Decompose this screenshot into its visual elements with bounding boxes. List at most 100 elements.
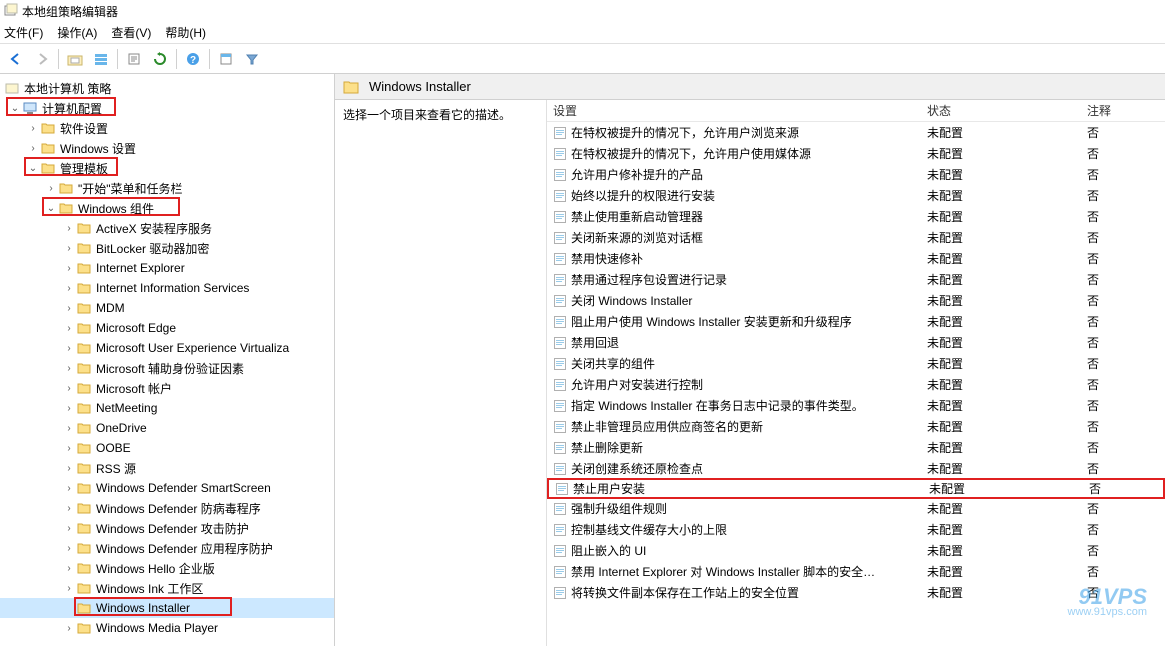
tree-item[interactable]: ›RSS 源 [0,458,334,478]
tree-item[interactable]: Windows Installer [0,598,334,618]
list-row[interactable]: 禁止使用重新启动管理器未配置否 [547,206,1165,227]
tree-item[interactable]: ›BitLocker 驱动器加密 [0,238,334,258]
tree-item[interactable]: ›OOBE [0,438,334,458]
expand-icon[interactable]: › [62,583,76,594]
expand-icon[interactable]: › [62,283,76,294]
collapse-icon[interactable]: ⌄ [8,103,22,114]
tree-item[interactable]: ›Internet Information Services [0,278,334,298]
menu-file[interactable]: 文件(F) [4,24,43,41]
expand-icon[interactable]: › [62,243,76,254]
filter-button[interactable] [240,47,264,71]
expand-icon[interactable]: › [62,323,76,334]
tree-item[interactable]: ›OneDrive [0,418,334,438]
expand-icon[interactable]: › [62,503,76,514]
tree-item[interactable]: ›Windows Hello 企业版 [0,558,334,578]
up-button[interactable] [63,47,87,71]
list-row[interactable]: 关闭 Windows Installer未配置否 [547,290,1165,311]
list-row[interactable]: 允许用户修补提升的产品未配置否 [547,164,1165,185]
expand-icon[interactable]: › [62,483,76,494]
expand-icon[interactable]: › [26,143,40,154]
expand-icon[interactable]: › [62,263,76,274]
menu-action[interactable]: 操作(A) [57,24,97,41]
list-row[interactable]: 将转换文件副本保存在工作站上的安全位置未配置否 [547,582,1165,603]
menu-bar: 文件(F) 操作(A) 查看(V) 帮助(H) [0,22,1165,44]
forward-button[interactable] [30,47,54,71]
menu-help[interactable]: 帮助(H) [165,24,206,41]
tree-root[interactable]: 本地计算机 策略 [0,78,334,98]
setting-label: 控制基线文件缓存大小的上限 [571,521,727,538]
expand-icon[interactable]: › [62,363,76,374]
tree-item[interactable]: ›Microsoft 辅助身份验证因素 [0,358,334,378]
settings-list[interactable]: 设置 状态 注释 在特权被提升的情况下，允许用户浏览来源未配置否在特权被提升的情… [547,100,1165,646]
list-row[interactable]: 控制基线文件缓存大小的上限未配置否 [547,519,1165,540]
expand-icon[interactable]: › [62,303,76,314]
list-row[interactable]: 指定 Windows Installer 在事务日志中记录的事件类型。未配置否 [547,395,1165,416]
list-row[interactable]: 强制升级组件规则未配置否 [547,498,1165,519]
list-row[interactable]: 阻止嵌入的 UI未配置否 [547,540,1165,561]
list-row[interactable]: 始终以提升的权限进行安装未配置否 [547,185,1165,206]
list-row[interactable]: 在特权被提升的情况下，允许用户浏览来源未配置否 [547,122,1165,143]
menu-view[interactable]: 查看(V) [111,24,151,41]
list-row[interactable]: 禁用通过程序包设置进行记录未配置否 [547,269,1165,290]
expand-icon[interactable]: › [62,523,76,534]
expand-icon[interactable]: › [62,383,76,394]
expand-icon[interactable]: › [62,543,76,554]
tree-pane[interactable]: 本地计算机 策略 ⌄ 计算机配置 › 软件设置 › Windows 设置 ⌄ 管… [0,74,335,646]
tree-item[interactable]: ›NetMeeting [0,398,334,418]
list-button[interactable] [89,47,113,71]
properties-button[interactable] [214,47,238,71]
list-row[interactable]: 禁止删除更新未配置否 [547,437,1165,458]
help-button[interactable]: ? [181,47,205,71]
tree-item-label: Windows Defender 攻击防护 [96,520,249,537]
tree-item[interactable]: ›Internet Explorer [0,258,334,278]
list-row[interactable]: 阻止用户使用 Windows Installer 安装更新和升级程序未配置否 [547,311,1165,332]
list-row[interactable]: 禁用快速修补未配置否 [547,248,1165,269]
tree-item[interactable]: ›ActiveX 安装程序服务 [0,218,334,238]
list-row[interactable]: 允许用户对安装进行控制未配置否 [547,374,1165,395]
expand-icon[interactable]: › [26,123,40,134]
tree-start-menu[interactable]: › "开始"菜单和任务栏 [0,178,334,198]
tree-item[interactable]: ›Windows Media Player [0,618,334,638]
col-setting-header[interactable]: 设置 [547,102,927,119]
tree-item[interactable]: ›Windows Defender 防病毒程序 [0,498,334,518]
tree-windows-components[interactable]: ⌄ Windows 组件 [0,198,334,218]
expand-icon[interactable]: › [62,403,76,414]
list-row[interactable]: 禁止非管理员应用供应商签名的更新未配置否 [547,416,1165,437]
list-row[interactable]: 关闭共享的组件未配置否 [547,353,1165,374]
tree-computer-config[interactable]: ⌄ 计算机配置 [0,98,334,118]
collapse-icon[interactable]: ⌄ [44,203,58,214]
tree-software-settings[interactable]: › 软件设置 [0,118,334,138]
folder-icon [76,280,92,296]
tree-item[interactable]: › Windows Defender 攻击防护 [0,518,334,538]
list-row[interactable]: 关闭新来源的浏览对话框未配置否 [547,227,1165,248]
expand-icon[interactable]: › [62,623,76,634]
back-button[interactable] [4,47,28,71]
list-row[interactable]: 在特权被提升的情况下，允许用户使用媒体源未配置否 [547,143,1165,164]
col-state-header[interactable]: 状态 [927,102,1087,119]
expand-icon[interactable]: › [62,443,76,454]
tree-item[interactable]: ›Microsoft User Experience Virtualiza [0,338,334,358]
expand-icon[interactable]: › [62,223,76,234]
expand-icon[interactable]: › [62,343,76,354]
tree-item[interactable]: ›Microsoft Edge [0,318,334,338]
col-comment-header[interactable]: 注释 [1087,102,1147,119]
list-row[interactable]: 禁用 Internet Explorer 对 Windows Installer… [547,561,1165,582]
collapse-icon[interactable]: ⌄ [26,163,40,174]
expand-icon[interactable]: › [62,563,76,574]
tree-item[interactable]: ›Windows Ink 工作区 [0,578,334,598]
tree-item[interactable]: ›Windows Defender SmartScreen [0,478,334,498]
setting-label: 在特权被提升的情况下，允许用户浏览来源 [571,124,799,141]
refresh-button[interactable] [148,47,172,71]
list-row[interactable]: 关闭创建系统还原检查点未配置否 [547,458,1165,479]
expand-icon[interactable]: › [62,463,76,474]
tree-item[interactable]: ›Microsoft 帐户 [0,378,334,398]
tree-item[interactable]: ›Windows Defender 应用程序防护 [0,538,334,558]
export-button[interactable] [122,47,146,71]
tree-item[interactable]: ›MDM [0,298,334,318]
expand-icon[interactable]: › [44,183,58,194]
list-row[interactable]: 禁用回退未配置否 [547,332,1165,353]
list-row[interactable]: 禁止用户安装未配置否 [547,478,1165,499]
tree-admin-templates[interactable]: ⌄ 管理模板 [0,158,334,178]
tree-windows-settings[interactable]: › Windows 设置 [0,138,334,158]
expand-icon[interactable]: › [62,423,76,434]
